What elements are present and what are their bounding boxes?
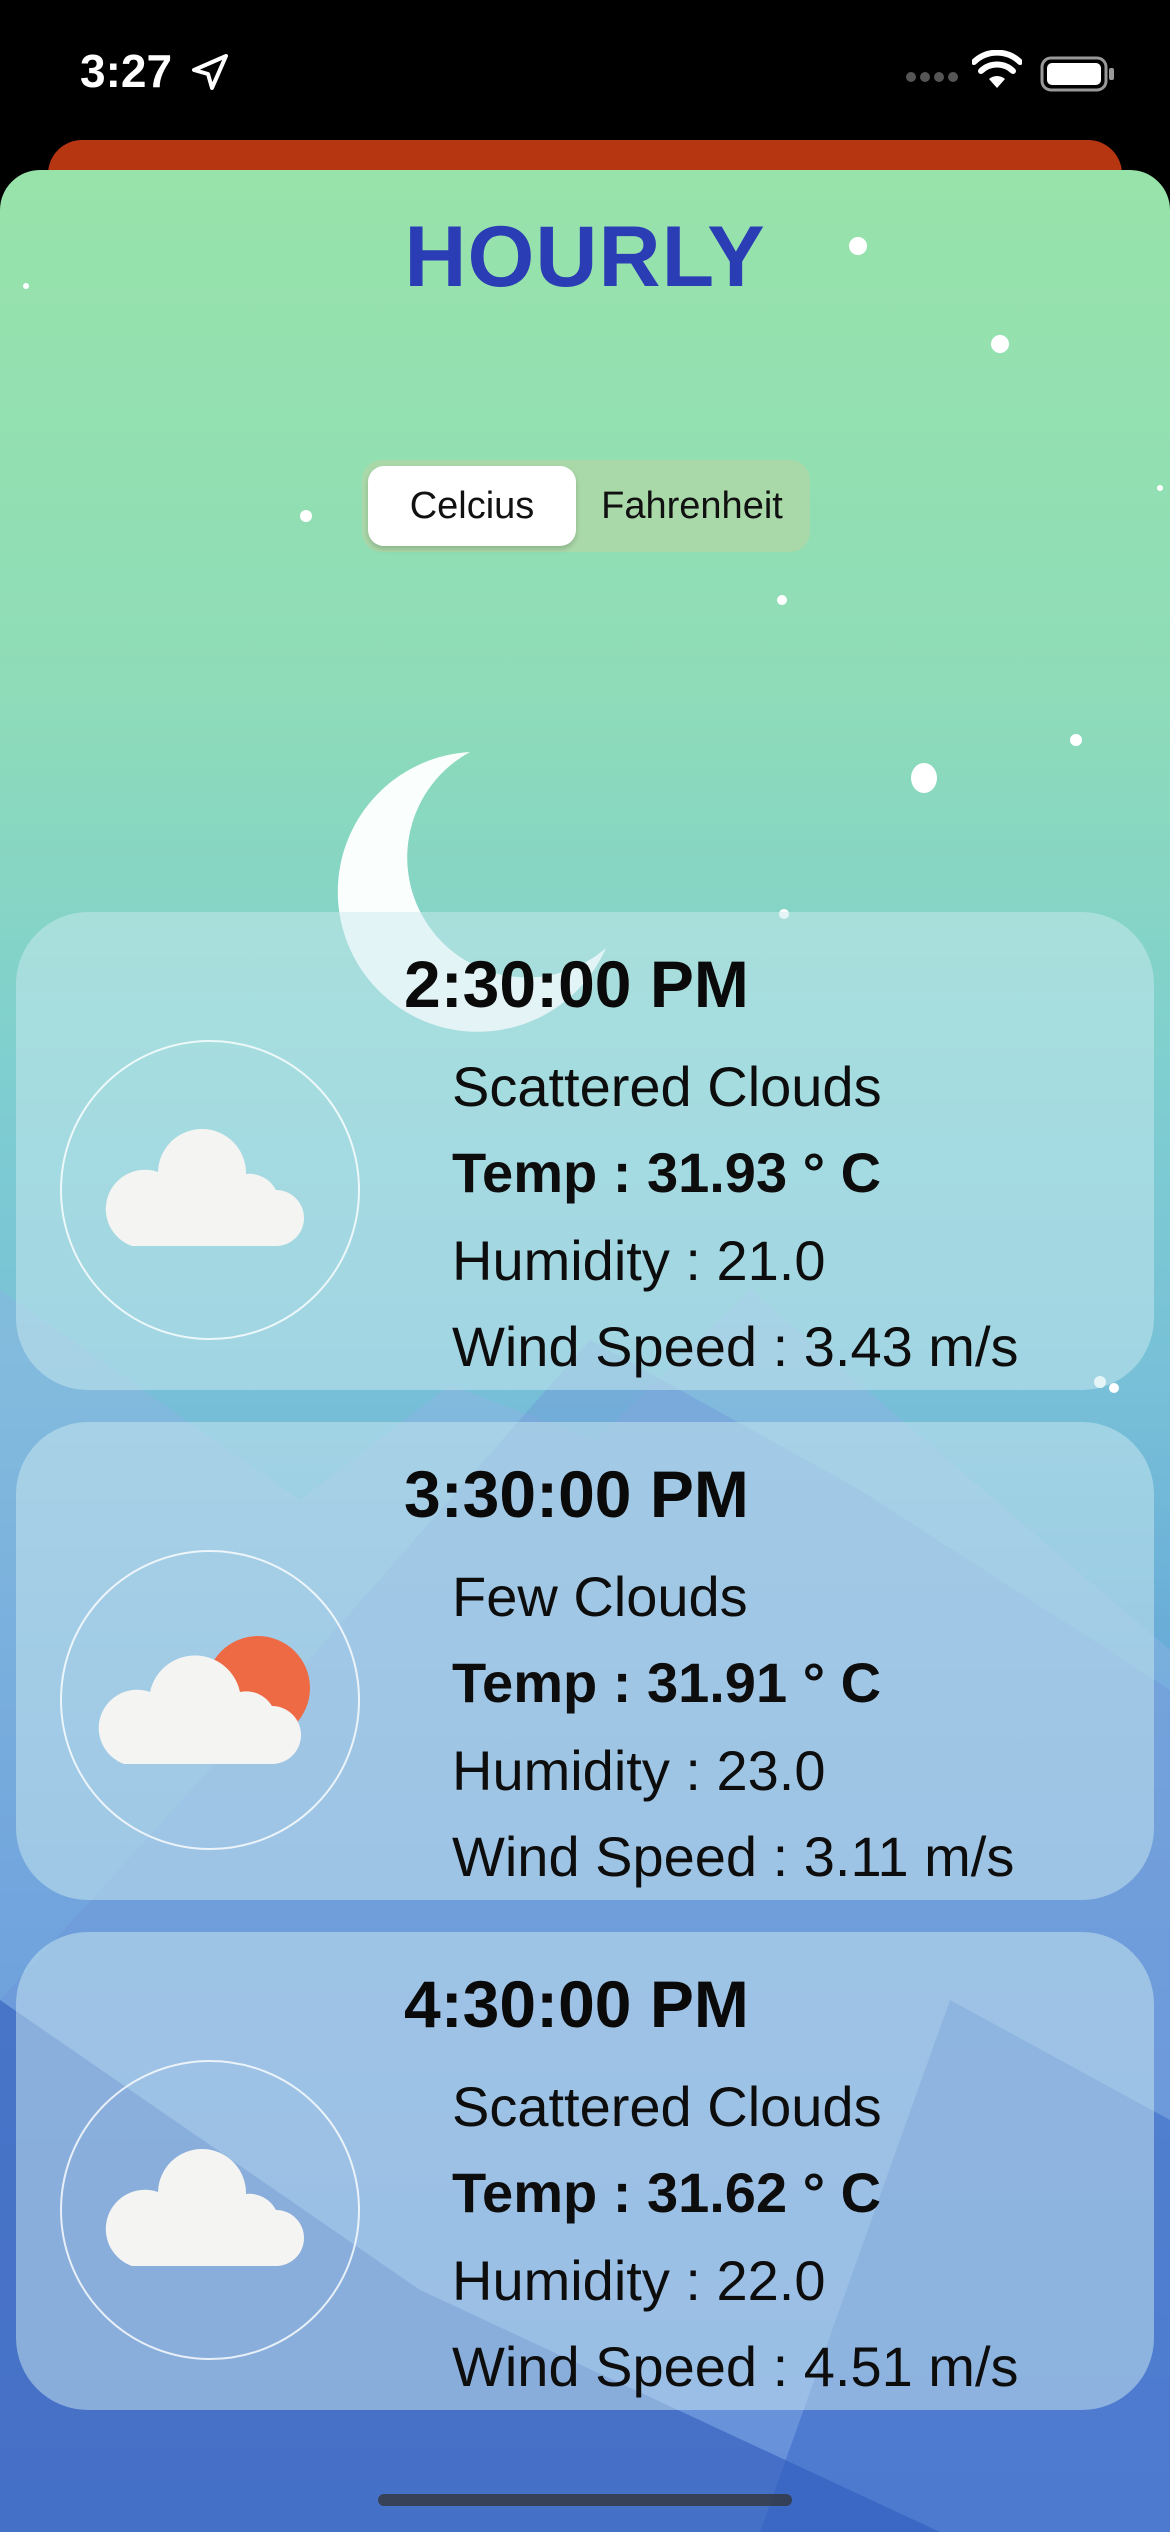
- hourly-sheet[interactable]: HOURLY Celcius Fahrenheit 2:30:00 PM Sca…: [0, 170, 1170, 2532]
- forecast-description: Scattered Clouds: [452, 2075, 882, 2138]
- location-arrow-icon: [190, 52, 230, 97]
- forecast-time: 3:30:00 PM: [404, 1457, 749, 1531]
- cloud-icon: [60, 1040, 360, 1340]
- cellular-signal-icon: [905, 70, 961, 89]
- forecast-description: Scattered Clouds: [452, 1055, 882, 1118]
- page-title: HOURLY: [404, 209, 766, 305]
- forecast-humidity: Humidity : 22.0: [452, 2249, 826, 2312]
- forecast-wind-speed: Wind Speed : 4.51 m/s: [452, 2335, 1019, 2398]
- forecast-description: Few Clouds: [452, 1565, 748, 1628]
- forecast-wind-speed: Wind Speed : 3.43 m/s: [452, 1315, 1019, 1378]
- forecast-card: 2:30:00 PM Scattered Clouds Temp : 31.93…: [16, 912, 1154, 1390]
- home-indicator[interactable]: [378, 2494, 792, 2506]
- wifi-icon: [971, 49, 1023, 95]
- battery-icon: [1040, 56, 1116, 97]
- forecast-time: 4:30:00 PM: [404, 1967, 749, 2041]
- forecast-temperature: Temp : 31.91 ° C: [452, 1651, 882, 1714]
- fahrenheit-segment[interactable]: Fahrenheit: [578, 466, 806, 546]
- forecast-temperature: Temp : 31.93 ° C: [452, 1141, 882, 1204]
- forecast-card: 4:30:00 PM Scattered Clouds Temp : 31.62…: [16, 1932, 1154, 2410]
- forecast-wind-speed: Wind Speed : 3.11 m/s: [452, 1825, 1015, 1888]
- celsius-segment[interactable]: Celcius: [368, 466, 576, 546]
- temperature-unit-toggle[interactable]: Celcius Fahrenheit: [362, 460, 810, 552]
- cloud-sun-icon: [60, 1550, 360, 1850]
- forecast-temperature: Temp : 31.62 ° C: [452, 2161, 882, 2224]
- cloud-icon: [60, 2060, 360, 2360]
- forecast-humidity: Humidity : 21.0: [452, 1229, 826, 1292]
- status-time: 3:27: [80, 45, 173, 97]
- forecast-card: 3:30:00 PM Few Clouds Temp : 31.91 ° C H…: [16, 1422, 1154, 1900]
- status-bar: 3:27: [0, 0, 1170, 150]
- forecast-humidity: Humidity : 23.0: [452, 1739, 826, 1802]
- forecast-time: 2:30:00 PM: [404, 947, 749, 1021]
